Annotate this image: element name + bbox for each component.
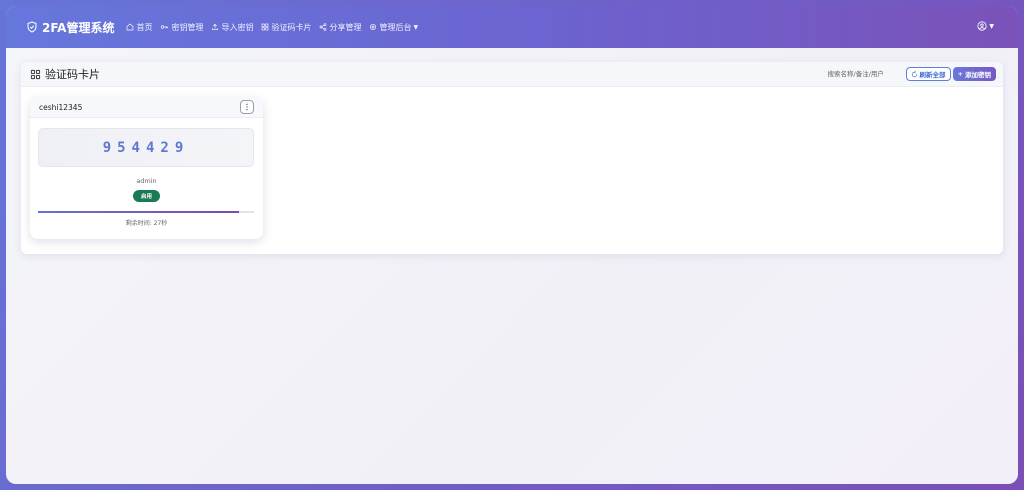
refresh-all-button[interactable]: 刷新全部 bbox=[905, 67, 951, 81]
chevron-down-icon: ▼ bbox=[413, 23, 419, 31]
nav-item-label: 验证码卡片 bbox=[271, 22, 312, 32]
plus-icon: + bbox=[957, 70, 963, 78]
card-user: admin bbox=[136, 177, 157, 185]
app-frame: 2FA管理系统 首页 密钥管理 导入密钥 验证码卡片 分享管理 管理后台 ▼ ▼… bbox=[6, 6, 1018, 484]
countdown-progress-fill bbox=[38, 211, 239, 213]
nav-item-label: 密钥管理 bbox=[171, 22, 204, 32]
nav-item-admin[interactable]: 管理后台 ▼ bbox=[369, 22, 418, 33]
home-icon bbox=[127, 23, 134, 31]
top-navbar: 2FA管理系统 首页 密钥管理 导入密钥 验证码卡片 分享管理 管理后台 ▼ ▼ bbox=[6, 6, 1018, 48]
shield-check-icon bbox=[27, 21, 37, 33]
add-key-button[interactable]: + 添加密钥 bbox=[952, 67, 996, 81]
otp-code-box[interactable]: 954429 bbox=[38, 128, 254, 167]
brand[interactable]: 2FA管理系统 bbox=[26, 19, 114, 36]
app-title: 2FA管理系统 bbox=[42, 20, 115, 35]
nav-item-label: 首页 bbox=[136, 22, 153, 32]
nav-item-label: 管理后台 bbox=[379, 22, 412, 32]
grid-icon bbox=[30, 69, 41, 79]
page-title-text: 验证码卡片 bbox=[45, 68, 100, 81]
user-menu[interactable]: ▼ bbox=[977, 21, 994, 31]
upload-icon bbox=[212, 23, 219, 30]
more-vertical-icon bbox=[246, 103, 248, 111]
otp-code: 954429 bbox=[102, 139, 190, 156]
key-icon bbox=[161, 25, 169, 29]
nav-menu: 首页 密钥管理 导入密钥 验证码卡片 分享管理 管理后台 ▼ bbox=[126, 22, 426, 33]
remaining-time: 剩余时间: 27秒 bbox=[125, 220, 168, 227]
gear-icon bbox=[370, 24, 377, 30]
user-circle-icon bbox=[977, 21, 987, 31]
status-badge: 启用 bbox=[133, 190, 160, 202]
nav-item-import[interactable]: 导入密钥 bbox=[211, 22, 253, 33]
nav-item-label: 分享管理 bbox=[329, 22, 362, 32]
card-header: ceshi12345 bbox=[30, 97, 263, 118]
search-input[interactable] bbox=[824, 67, 901, 81]
panel-header: 验证码卡片 刷新全部 + 添加密钥 bbox=[21, 62, 1003, 87]
chevron-down-icon: ▼ bbox=[989, 22, 994, 30]
cards-panel: 验证码卡片 刷新全部 + 添加密钥 ceshi12345 bbox=[21, 62, 1003, 254]
card-name: ceshi12345 bbox=[39, 102, 83, 112]
countdown-progress bbox=[38, 211, 254, 213]
panel-toolbar: 刷新全部 + 添加密钥 bbox=[824, 67, 996, 81]
page-title: 验证码卡片 bbox=[30, 66, 100, 82]
otp-card: ceshi12345 954429 admin 启用 剩余时间: 27秒 bbox=[30, 97, 263, 239]
nav-item-home[interactable]: 首页 bbox=[126, 22, 152, 33]
card-menu-button[interactable] bbox=[240, 100, 254, 114]
nav-item-keys[interactable]: 密钥管理 bbox=[160, 22, 203, 33]
nav-item-share[interactable]: 分享管理 bbox=[319, 22, 361, 33]
nav-item-label: 导入密钥 bbox=[221, 22, 254, 32]
add-key-label: 添加密钥 bbox=[965, 71, 991, 79]
share-icon bbox=[320, 23, 327, 31]
nav-item-cards[interactable]: 验证码卡片 bbox=[261, 22, 311, 33]
grid-icon bbox=[262, 23, 269, 31]
refresh-all-label: 刷新全部 bbox=[919, 71, 946, 79]
refresh-icon bbox=[911, 70, 917, 77]
